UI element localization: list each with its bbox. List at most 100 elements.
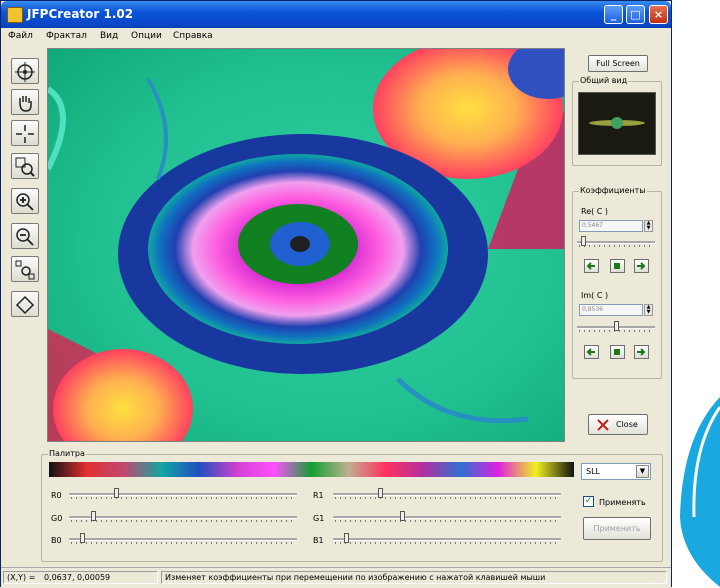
palette-swatch — [86, 462, 125, 477]
zoom-out-tool-button[interactable] — [11, 223, 39, 249]
menu-options[interactable]: Опции — [131, 31, 162, 41]
y-value: 0,00059 — [77, 573, 111, 582]
close-button-label: Close — [616, 420, 638, 429]
palette-swatch — [460, 462, 499, 477]
b1-label: B1 — [313, 536, 324, 545]
re-c-slider[interactable] — [577, 236, 655, 248]
crosshair-icon — [16, 125, 34, 143]
arrow-right-icon — [637, 348, 646, 356]
overview-group: Общий вид — [572, 76, 662, 166]
arrow-left-icon — [586, 348, 595, 356]
hand-icon — [19, 96, 32, 112]
decorative-swoosh — [680, 397, 720, 587]
diamond-icon — [15, 295, 35, 315]
fit-icon — [15, 260, 35, 280]
palette-select-value: SLL — [586, 467, 600, 476]
palette-swatch — [385, 462, 424, 477]
r1-slider-thumb[interactable] — [378, 488, 383, 498]
palette-swatch — [161, 462, 200, 477]
palette-swatch — [423, 462, 462, 477]
im-stop-button[interactable] — [610, 345, 625, 359]
re-c-slider-thumb[interactable] — [581, 236, 586, 246]
apply-button[interactable]: Применить — [583, 517, 651, 540]
im-increase-button[interactable] — [634, 345, 649, 359]
im-decrease-button[interactable] — [584, 345, 599, 359]
fractal-image — [48, 49, 564, 441]
re-c-input[interactable]: 0,5467 — [579, 220, 643, 232]
stop-icon — [614, 349, 620, 355]
menu-file[interactable]: Файл — [8, 31, 33, 41]
palette-swatch — [123, 462, 162, 477]
apply-checkbox[interactable]: ✓ — [583, 496, 594, 507]
g1-slider[interactable] — [333, 511, 561, 523]
im-c-slider[interactable] — [577, 321, 655, 333]
zoom-window-tool-button[interactable] — [11, 153, 39, 179]
coefficients-label: Коэффициенты — [579, 186, 647, 195]
im-c-label: Im( C ) — [581, 291, 609, 300]
overview-preview[interactable] — [578, 92, 656, 155]
overview-label: Общий вид — [579, 76, 629, 85]
g1-slider-thumb[interactable] — [400, 511, 405, 521]
fractal-canvas[interactable] — [47, 48, 565, 442]
b0-slider-thumb[interactable] — [80, 533, 85, 543]
im-c-slider-thumb[interactable] — [614, 321, 619, 331]
palette-swatch — [49, 462, 87, 477]
menu-view[interactable]: Вид — [100, 31, 118, 41]
r0-slider[interactable] — [69, 488, 297, 500]
menu-help[interactable]: Справка — [173, 31, 213, 41]
re-decrease-button[interactable] — [584, 259, 599, 273]
im-c-spinner[interactable]: ▲ ▼ — [644, 304, 653, 316]
chevron-down-icon[interactable]: ▼ — [636, 465, 649, 478]
diamond-tool-button[interactable] — [11, 291, 39, 317]
close-window-button[interactable]: × — [649, 5, 668, 24]
crosshair-tool-button[interactable] — [11, 120, 39, 146]
status-coords: (X,Y) = 0,0637, 0,00059 — [3, 571, 158, 584]
title-bar[interactable]: JFPCreator 1.02 _ □ × — [1, 1, 671, 28]
palette-swatch — [535, 462, 574, 477]
status-bar: (X,Y) = 0,0637, 0,00059 Изменяет коэффиц… — [1, 567, 671, 588]
zoom-out-icon — [16, 228, 34, 246]
zoom-in-tool-button[interactable] — [11, 188, 39, 214]
r0-label: R0 — [51, 491, 62, 500]
r1-label: R1 — [313, 491, 324, 500]
x-value: 0,0637 — [43, 573, 72, 582]
pan-tool-button[interactable] — [11, 89, 39, 115]
re-increase-button[interactable] — [634, 259, 649, 273]
fit-tool-button[interactable] — [11, 256, 39, 282]
arrow-left-icon — [586, 262, 595, 270]
menu-fractal[interactable]: Фрактал — [46, 31, 87, 41]
app-window: JFPCreator 1.02 _ □ × Файл Фрактал Вид О… — [0, 0, 672, 588]
palette-swatch — [498, 462, 537, 477]
status-message: Изменяет коэффициенты при перемещении по… — [161, 571, 667, 584]
r1-slider[interactable] — [333, 488, 561, 500]
palette-swatch — [311, 462, 349, 477]
target-tool-button[interactable] — [11, 58, 39, 84]
zoom-window-icon — [15, 157, 35, 177]
palette-swatch — [236, 462, 275, 477]
stop-icon — [614, 263, 620, 269]
im-c-input[interactable]: 0,8536 — [579, 304, 643, 316]
g0-slider-thumb[interactable] — [91, 511, 96, 521]
fullscreen-button[interactable]: Full Screen — [588, 55, 648, 72]
r0-slider-thumb[interactable] — [114, 488, 119, 498]
b1-slider-thumb[interactable] — [344, 533, 349, 543]
b1-slider[interactable] — [333, 533, 561, 545]
palette-swatch — [348, 462, 387, 477]
b0-label: B0 — [51, 536, 62, 545]
palette-swatch — [198, 462, 237, 477]
close-button[interactable]: Close — [588, 414, 648, 435]
arrow-right-icon — [637, 262, 646, 270]
overview-thumbnail — [589, 117, 645, 129]
maximize-button[interactable]: □ — [626, 5, 645, 24]
coord-label: (X,Y) = — [7, 573, 36, 582]
re-c-spinner[interactable]: ▲ ▼ — [644, 220, 653, 232]
b0-slider[interactable] — [69, 533, 297, 545]
minimize-button[interactable]: _ — [604, 5, 623, 24]
g0-label: G0 — [51, 514, 63, 523]
menu-bar: Файл Фрактал Вид Опции Справка — [1, 28, 671, 46]
re-stop-button[interactable] — [610, 259, 625, 273]
palette-label: Палитра — [48, 449, 86, 458]
g0-slider[interactable] — [69, 511, 297, 523]
palette-select[interactable]: SLL ▼ — [581, 463, 651, 480]
close-x-icon — [597, 419, 609, 431]
